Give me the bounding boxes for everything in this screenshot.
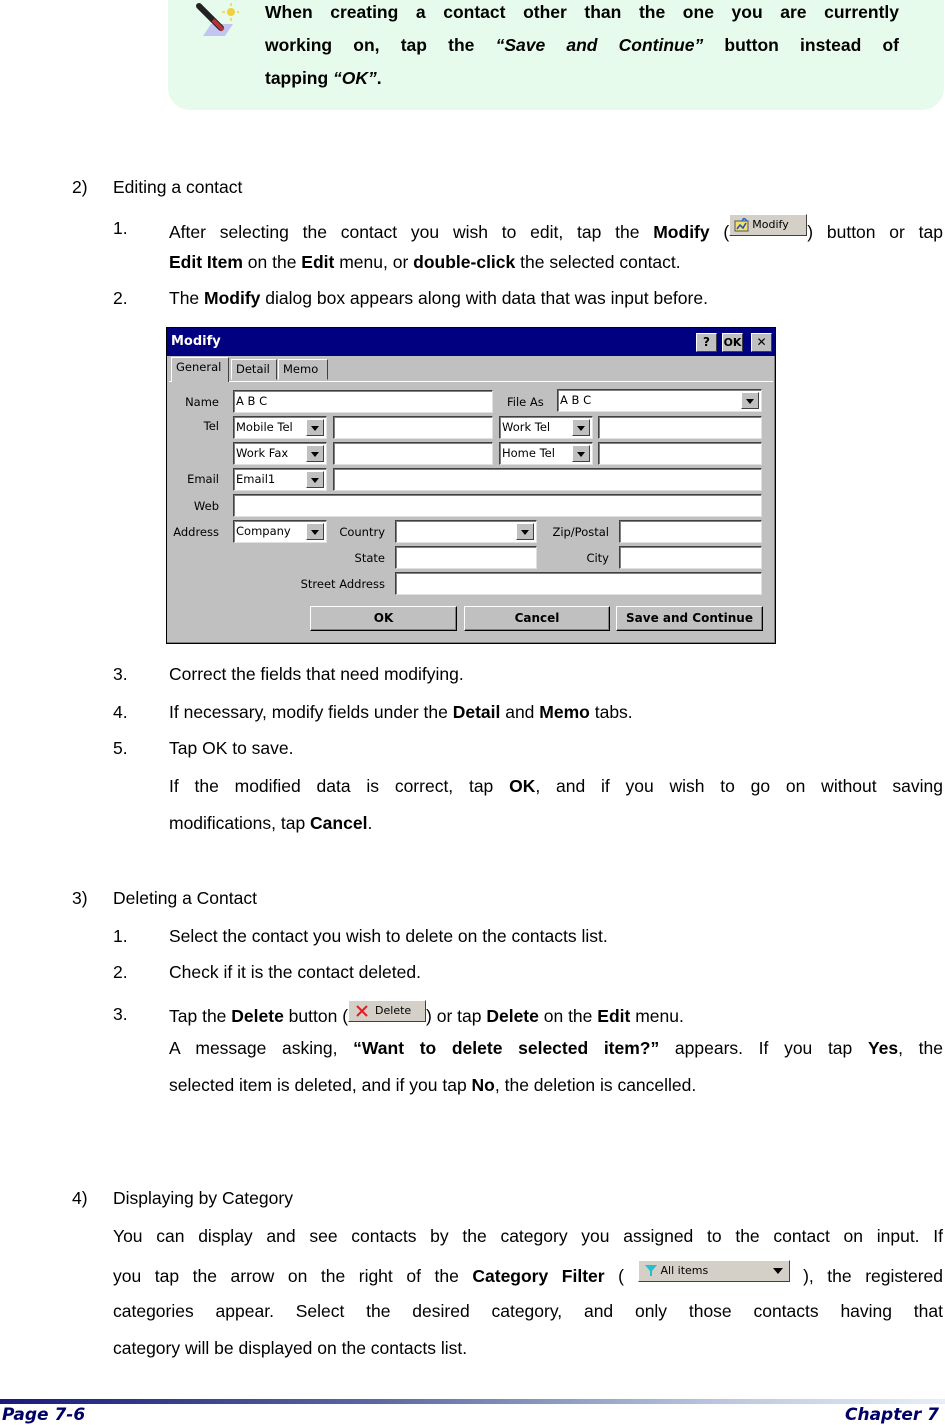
step-number: 4. [113,702,128,722]
step-text: Correct the fields that need modifying. [169,664,464,684]
name-field[interactable]: A B C [233,390,493,413]
note-line-1: When creating a contact other than the o… [265,2,899,22]
chevron-down-icon[interactable] [306,471,324,488]
tel2-field[interactable] [598,416,762,439]
email-type-select[interactable]: Email1 [233,468,327,491]
step-number: 3. [113,664,128,684]
country-label: Country [339,525,385,539]
tab-general[interactable]: General [171,357,229,382]
city-label: City [586,551,609,565]
save-and-continue-button[interactable]: Save and Continue [616,606,763,631]
address-type-select[interactable]: Company [233,520,327,543]
zip-field[interactable] [619,520,762,543]
tab-detail[interactable]: Detail [231,359,277,380]
step-number: 3. [113,1004,128,1024]
step-number: 2. [113,962,128,982]
note-line-3: tapping “OK”. [265,68,382,88]
category-filter-dropdown: All items [637,1260,790,1282]
delete-x-icon [356,1005,368,1017]
delete-toolbar-button: Delete [348,1000,427,1022]
web-label: Web [193,499,219,513]
step-text: modifications, tap Cancel. [169,813,373,833]
dialog-title: Modify [171,334,221,349]
filter-funnel-icon [644,1265,657,1276]
chevron-down-icon[interactable] [306,419,324,436]
step-number: 1. [113,926,128,946]
tel4-field[interactable] [598,442,762,465]
step-text: After selecting the contact you wish to … [169,214,943,242]
section-title: Displaying by Category [113,1188,293,1208]
email-field[interactable] [333,468,762,491]
step-number: 2. [113,288,128,308]
step-text: A message asking, “Want to delete select… [169,1038,943,1058]
note-line-2: working on, tap the “Save and Continue” … [265,35,899,55]
footer-gradient-bar [0,1399,945,1404]
chevron-down-icon[interactable] [572,419,590,436]
ok-button[interactable]: OK [310,606,457,631]
tel4-type-select[interactable]: Home Tel [499,442,593,465]
step-number: 1. [113,218,128,238]
step-text: selected item is deleted, and if you tap… [169,1075,697,1095]
tel3-type-select[interactable]: Work Fax [233,442,327,465]
paragraph-line: you tap the arrow on the right of the Ca… [113,1260,943,1286]
section-number: 3) [72,888,88,908]
tel1-type-select[interactable]: Mobile Tel [233,416,327,439]
address-label: Address [173,525,219,539]
street-label: Street Address [300,577,385,591]
chevron-down-icon[interactable] [516,523,534,540]
section-title: Deleting a Contact [113,888,257,908]
email-label: Email [187,472,219,486]
file-as-select[interactable]: A B C [557,389,762,412]
tel2-type-select[interactable]: Work Tel [499,416,593,439]
step-text: The Modify dialog box appears along with… [169,288,708,308]
dialog-titlebar: Modify ? OK ✕ [167,328,775,356]
tel3-field[interactable] [333,442,493,465]
chevron-down-icon[interactable] [741,392,759,409]
street-field[interactable] [395,572,762,595]
tel-label: Tel [203,419,219,433]
tel1-field[interactable] [333,416,493,439]
city-field[interactable] [619,546,762,569]
paragraph-line: category will be displayed on the contac… [113,1338,468,1358]
step-text: Tap OK to save. [169,738,294,758]
step-text: Tap the Delete button (Delete) or tap De… [169,1000,684,1026]
close-button[interactable]: ✕ [751,333,772,352]
state-field[interactable] [395,546,537,569]
step-text: Check if it is the contact deleted. [169,962,421,982]
page-number: Page 7-6 [2,1405,86,1425]
country-select[interactable] [395,520,537,543]
state-label: State [354,551,385,565]
paragraph-line: categories appear. Select the desired ca… [113,1301,943,1321]
step-text: If necessary, modify fields under the De… [169,702,633,722]
chevron-down-icon [772,1268,783,1274]
step-text: Edit Item on the Edit menu, or double-cl… [169,252,681,272]
pen-note-icon [195,2,239,42]
section-number: 2) [72,177,88,197]
chevron-down-icon[interactable] [572,445,590,462]
help-button[interactable]: ? [696,333,717,352]
section-title: Editing a contact [113,177,243,197]
titlebar-ok-button[interactable]: OK [722,333,743,352]
paragraph-line: You can display and see contacts by the … [113,1226,943,1246]
section-number: 4) [72,1188,88,1208]
name-label: Name [185,395,219,409]
modify-toolbar-button: Modify [729,214,808,236]
modify-dialog: Modify ? OK ✕ General Detail Memo Name A… [166,327,776,644]
step-text: If the modified data is correct, tap OK,… [169,776,943,796]
chevron-down-icon[interactable] [306,523,324,540]
step-number: 5. [113,738,128,758]
file-as-label: File As [507,395,544,409]
chevron-down-icon[interactable] [306,445,324,462]
tab-memo[interactable]: Memo [278,359,328,380]
cancel-button[interactable]: Cancel [464,606,610,631]
web-field[interactable] [233,494,762,517]
zip-label: Zip/Postal [552,525,609,539]
chapter-label: Chapter 7 [844,1405,939,1425]
tab-panel-border [169,381,773,382]
step-text: Select the contact you wish to delete on… [169,926,608,946]
